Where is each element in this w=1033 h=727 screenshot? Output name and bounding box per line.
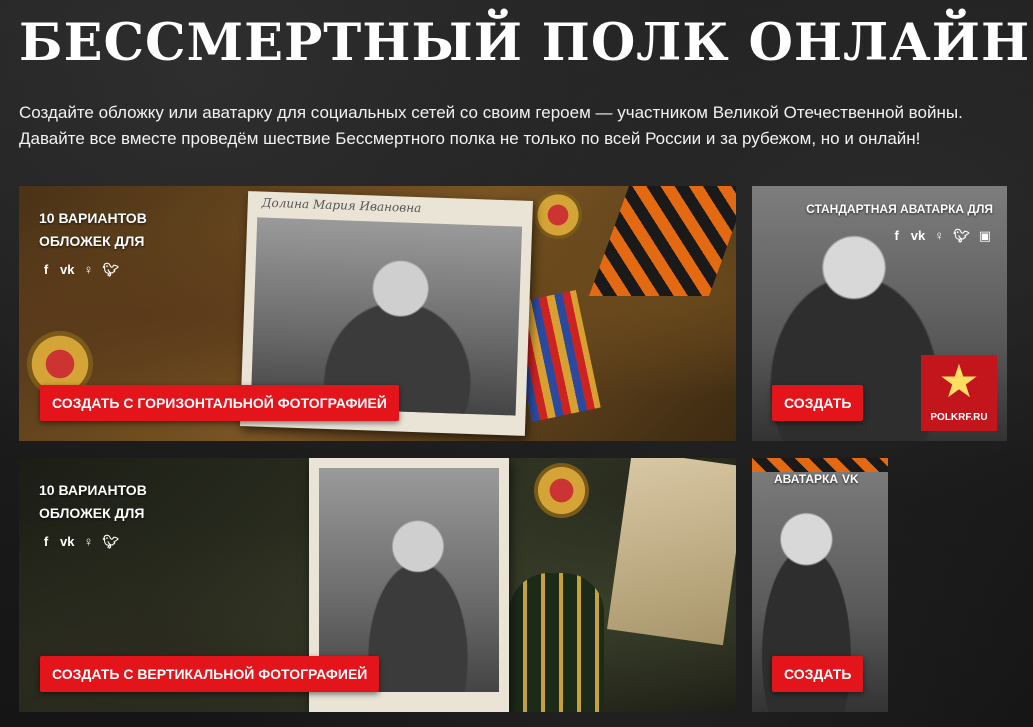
twitter-icon: 🐦︎: [953, 228, 970, 243]
photo-caption: Долина Мария Ивановна: [261, 195, 422, 216]
facebook-icon: f: [894, 228, 899, 243]
vk-icon: vk: [60, 534, 75, 549]
page-title: БЕССМЕРТНЫЙ ПОЛК ОНЛАЙН: [19, 13, 1031, 73]
social-icons: f vk ♀ 🐦︎ ▣: [892, 228, 991, 244]
facebook-icon: f: [43, 262, 49, 277]
standard-avatar-card: Стандартная аватарка для f vk ♀ 🐦︎ ▣ ★ P…: [752, 186, 1007, 441]
cover-label-line-2: обложек для: [39, 505, 145, 521]
create-vertical-button[interactable]: Создать с вертикальной фотографией: [40, 656, 380, 692]
letters-decoration: [607, 458, 736, 646]
cover-label: 10 вариантов обложек для: [39, 479, 147, 525]
st-george-ribbon-decoration: [588, 186, 736, 296]
create-horizontal-button[interactable]: Создать с горизонтальной фотографией: [40, 385, 399, 421]
twitter-icon: 🐦︎: [102, 262, 119, 277]
description-line-1: Создайте обложку или аватарку для социал…: [19, 103, 963, 122]
social-icons: f vk ♀ 🐦︎: [41, 262, 119, 278]
vk-avatar-label: Аватарка vk: [774, 468, 859, 491]
polkrf-logo-badge: ★ POLKRF.RU: [921, 355, 997, 431]
order-medal-decoration: [534, 463, 589, 518]
cover-label: 10 вариантов обложек для: [39, 207, 147, 253]
vk-avatar-label-text: Аватарка: [774, 472, 839, 486]
cover-label-line-1: 10 вариантов: [39, 210, 147, 226]
vk-icon: vk: [60, 262, 75, 277]
logo-site-text: POLKRF.RU: [930, 412, 988, 423]
instagram-icon: ▣: [978, 228, 991, 243]
twitter-icon: 🐦︎: [102, 534, 119, 549]
avatar-label: Стандартная аватарка для: [806, 202, 993, 216]
vk-icon: vk: [910, 228, 926, 243]
red-star-icon: ★: [938, 355, 980, 407]
create-avatar-button[interactable]: Создать: [772, 385, 864, 421]
social-icons: f vk ♀ 🐦︎: [41, 534, 119, 550]
odnoklassniki-icon: ♀: [83, 262, 94, 277]
cover-label-line-2: обложек для: [39, 233, 145, 249]
create-vk-avatar-button[interactable]: Создать: [772, 656, 864, 692]
facebook-icon: f: [43, 534, 49, 549]
page-description: Создайте обложку или аватарку для социал…: [19, 100, 1024, 152]
odnoklassniki-icon: ♀: [934, 228, 945, 243]
epaulette-decoration: [509, 573, 604, 712]
vk-icon: vk: [842, 472, 859, 486]
odnoklassniki-icon: ♀: [83, 534, 94, 549]
vk-avatar-card: Аватарка vk Создать: [752, 458, 888, 712]
description-line-2: Давайте все вместе проведём шествие Бесс…: [19, 129, 921, 148]
vertical-cover-card: 10 вариантов обложек для f vk ♀ 🐦︎ Созда…: [19, 458, 736, 712]
horizontal-cover-card: Долина Мария Ивановна 10 вариантов облож…: [19, 186, 736, 441]
order-medal-decoration: [534, 191, 582, 239]
cover-label-line-1: 10 вариантов: [39, 482, 147, 498]
